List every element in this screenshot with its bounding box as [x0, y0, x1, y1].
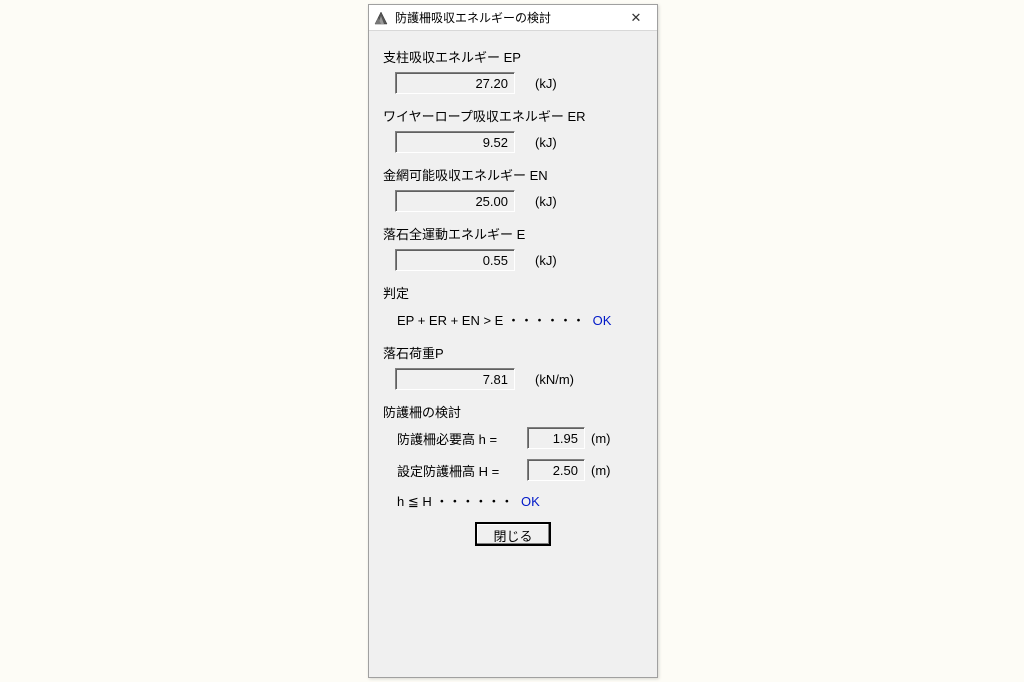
judgement-block: 判定 EP + ER + EN > E ・・・・・・ OK [383, 283, 643, 329]
judgement-result: OK [593, 313, 612, 328]
fence-judgement-result: OK [521, 494, 540, 509]
value-fence-set: 2.50 [527, 459, 585, 481]
button-row: 閉じる [383, 522, 643, 546]
row-ep: 27.20 (kJ) [395, 72, 643, 94]
fence-block: 防護柵の検討 防護柵必要高 h = 1.95 (m) 設定防護柵高 H = 2.… [383, 402, 643, 510]
label-fence: 防護柵の検討 [383, 402, 643, 421]
row-e: 0.55 (kJ) [395, 249, 643, 271]
row-en: 25.00 (kJ) [395, 190, 643, 212]
value-en: 25.00 [395, 190, 515, 212]
row-fence-required: 防護柵必要高 h = 1.95 (m) [397, 427, 643, 449]
close-button[interactable]: ✕ [621, 8, 651, 28]
unit-fence-set: (m) [591, 463, 611, 478]
row-fence-set: 設定防護柵高 H = 2.50 (m) [397, 459, 643, 481]
row-er: 9.52 (kJ) [395, 131, 643, 153]
fence-judgement-formula: h ≦ H ・・・・・・ [397, 494, 513, 509]
unit-load: (kN/m) [535, 372, 574, 387]
close-icon: ✕ [631, 10, 642, 26]
judgement-formula: EP + ER + EN > E ・・・・・・ [397, 313, 585, 328]
label-e: 落石全運動エネルギー E [383, 224, 643, 243]
value-fence-required: 1.95 [527, 427, 585, 449]
label-fence-set: 設定防護柵高 H = [397, 461, 527, 480]
label-fence-required: 防護柵必要高 h = [397, 429, 527, 448]
window-title: 防護柵吸収エネルギーの検討 [395, 9, 621, 26]
app-icon [373, 10, 389, 26]
value-er: 9.52 [395, 131, 515, 153]
value-e: 0.55 [395, 249, 515, 271]
label-en: 金網可能吸収エネルギー EN [383, 165, 643, 184]
label-judgement: 判定 [383, 283, 643, 302]
dialog-window: 防護柵吸収エネルギーの検討 ✕ 支柱吸収エネルギー EP 27.20 (kJ) … [368, 4, 658, 678]
value-ep: 27.20 [395, 72, 515, 94]
label-load: 落石荷重P [383, 343, 643, 362]
row-load: 7.81 (kN/m) [395, 368, 643, 390]
label-er: ワイヤーロープ吸収エネルギー ER [383, 106, 643, 125]
close-dialog-button[interactable]: 閉じる [475, 522, 551, 546]
unit-en: (kJ) [535, 194, 557, 209]
fence-judgement: h ≦ H ・・・・・・ OK [397, 491, 643, 510]
value-load: 7.81 [395, 368, 515, 390]
judgement-text: EP + ER + EN > E ・・・・・・ OK [397, 310, 643, 329]
unit-er: (kJ) [535, 135, 557, 150]
label-ep: 支柱吸収エネルギー EP [383, 47, 643, 66]
unit-fence-required: (m) [591, 431, 611, 446]
unit-e: (kJ) [535, 253, 557, 268]
titlebar: 防護柵吸収エネルギーの検討 ✕ [369, 5, 657, 31]
unit-ep: (kJ) [535, 76, 557, 91]
dialog-client-area: 支柱吸収エネルギー EP 27.20 (kJ) ワイヤーロープ吸収エネルギー E… [369, 31, 657, 677]
